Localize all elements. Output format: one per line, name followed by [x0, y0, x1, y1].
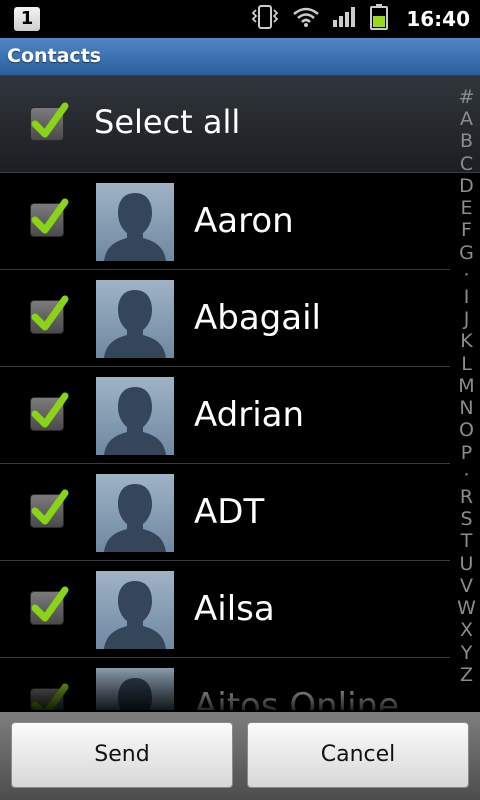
default-avatar-icon [104, 193, 166, 261]
contact-avatar[interactable] [96, 377, 174, 455]
battery-icon [370, 4, 389, 34]
checkmark-icon [31, 102, 69, 138]
status-bar: 1 16:40 [0, 0, 480, 38]
contact-name: Adrian [194, 395, 305, 435]
contact-checkbox[interactable] [30, 683, 69, 710]
contact-checkbox[interactable] [30, 586, 69, 625]
status-icons: 16:40 [250, 0, 470, 38]
contact-avatar[interactable] [96, 280, 174, 358]
checkmark-icon [31, 586, 69, 622]
index-letter[interactable]: Z [453, 664, 480, 686]
index-letter[interactable]: Y [453, 642, 480, 664]
index-letter[interactable]: G [453, 242, 480, 264]
index-letter[interactable]: W [453, 597, 480, 619]
contact-checkbox[interactable] [30, 295, 69, 334]
index-letter[interactable]: J [453, 308, 480, 330]
default-avatar-icon [118, 678, 152, 710]
vibrate-icon [250, 4, 280, 34]
alphabet-index-bar[interactable]: # A B C D E F G · I J K L M N O P · R S T U V W X Y Z [453, 86, 480, 686]
contact-checkbox[interactable] [30, 392, 69, 431]
index-letter[interactable]: M [453, 375, 480, 397]
index-letter[interactable]: I [453, 286, 480, 308]
contact-avatar[interactable] [96, 474, 174, 552]
status-clock: 16:40 [406, 7, 470, 31]
select-all-checkbox[interactable] [30, 102, 69, 141]
contact-name: ADT [194, 492, 265, 532]
contact-row[interactable]: Ailsa [0, 561, 450, 658]
index-letter[interactable]: K [453, 330, 480, 352]
notification-icon[interactable]: 1 [14, 7, 40, 31]
select-all-row[interactable]: Select all [0, 76, 480, 173]
checkmark-icon [31, 198, 69, 234]
index-letter[interactable]: P [453, 442, 480, 464]
checkmark-icon [31, 489, 69, 525]
cancel-button[interactable]: Cancel [247, 722, 469, 788]
contact-checkbox[interactable] [30, 489, 69, 528]
send-button[interactable]: Send [11, 722, 233, 788]
index-letter[interactable]: L [453, 353, 480, 375]
checkmark-icon [31, 392, 69, 428]
index-letter[interactable]: U [453, 553, 480, 575]
contact-name: Ailsa [194, 589, 275, 629]
index-letter[interactable]: · [453, 264, 480, 286]
index-letter[interactable]: A [453, 108, 480, 130]
default-avatar-icon [104, 290, 166, 358]
index-letter[interactable]: # [453, 86, 480, 108]
select-all-label: Select all [94, 103, 241, 141]
index-letter[interactable]: X [453, 619, 480, 641]
index-letter[interactable]: N [453, 397, 480, 419]
index-letter[interactable]: · [453, 464, 480, 486]
page-title: Contacts [7, 45, 102, 67]
contact-name: Abagail [194, 298, 321, 338]
index-letter[interactable]: B [453, 130, 480, 152]
default-avatar-icon [104, 387, 166, 455]
contact-avatar[interactable] [96, 668, 174, 710]
contact-name: Aaron [194, 201, 294, 241]
index-letter[interactable]: V [453, 575, 480, 597]
contact-avatar[interactable] [96, 571, 174, 649]
signal-icon [332, 6, 358, 32]
index-letter[interactable]: T [453, 530, 480, 552]
index-letter[interactable]: D [453, 175, 480, 197]
wifi-icon [292, 6, 320, 32]
default-avatar-icon [104, 484, 166, 552]
contact-list[interactable]: Aaron Abagail Adrian ADT Ailsa Aitos Online [0, 173, 450, 710]
index-letter[interactable]: E [453, 197, 480, 219]
index-letter[interactable]: F [453, 219, 480, 241]
title-bar: Contacts [0, 38, 480, 76]
index-letter[interactable]: O [453, 419, 480, 441]
contact-row[interactable]: Adrian [0, 367, 450, 464]
contact-avatar[interactable] [96, 183, 174, 261]
contact-row[interactable]: Abagail [0, 270, 450, 367]
index-letter[interactable]: C [453, 153, 480, 175]
index-letter[interactable]: R [453, 486, 480, 508]
contact-row[interactable]: Aaron [0, 173, 450, 270]
checkmark-icon [31, 683, 69, 710]
contact-row[interactable]: Aitos Online [0, 658, 450, 710]
screen: 1 16:40 Contacts Select all Aaron Abagai… [0, 0, 480, 800]
checkmark-icon [31, 295, 69, 331]
contact-checkbox[interactable] [30, 198, 69, 237]
default-avatar-icon [104, 581, 166, 649]
button-bar: Send Cancel [0, 712, 480, 800]
index-letter[interactable]: S [453, 508, 480, 530]
contact-name: Aitos Online [194, 686, 400, 710]
contact-row[interactable]: ADT [0, 464, 450, 561]
